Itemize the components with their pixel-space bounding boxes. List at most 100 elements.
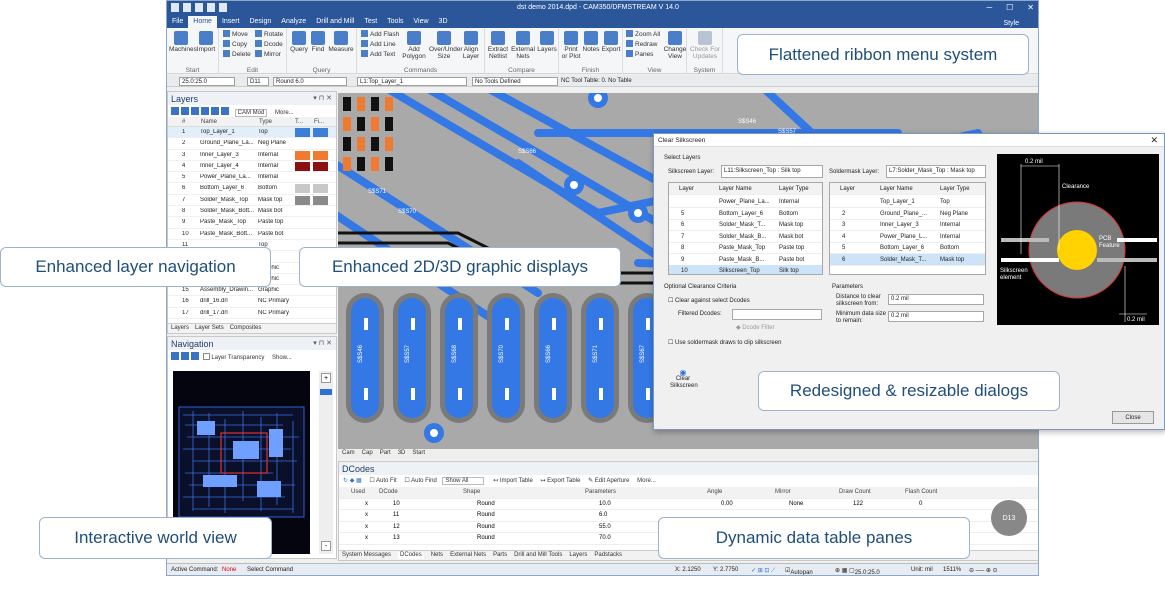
open-icon[interactable]: [195, 3, 203, 12]
silkscreen-layer-list[interactable]: Layer Layer Name Layer Type Power_Plane_La.…: [668, 182, 823, 275]
layer-row[interactable]: 9 Paste_Mask_Top Paste top: [168, 217, 336, 229]
copy-layer-icon[interactable]: [191, 107, 199, 115]
dcodes-column-header[interactable]: Angle: [707, 489, 722, 495]
bottom-tab[interactable]: External Nets: [450, 552, 486, 559]
extract-netlist-button[interactable]: Extract Netlist: [487, 31, 509, 60]
menu-design[interactable]: Design: [244, 16, 276, 28]
dialog-layer-row[interactable]: 9 Paste_Mask_B... Paste bot: [669, 254, 822, 266]
close-icon[interactable]: ✕: [1027, 3, 1034, 12]
cam-mode-select[interactable]: CAM Mod: [234, 109, 268, 117]
menu-insert[interactable]: Insert: [217, 16, 245, 28]
notes-button[interactable]: Notes: [581, 31, 601, 53]
zoom-all-button[interactable]: Zoom All: [626, 30, 660, 38]
dcodes-column-header[interactable]: Shape: [463, 489, 480, 495]
dialog-layer-row[interactable]: 4 Power_Plane_L... Internal: [830, 231, 985, 243]
layer-color-swatch[interactable]: [295, 128, 310, 137]
dialog-layer-row[interactable]: 10 Silkscreen_Top Silk top: [669, 265, 822, 274]
dialog-layer-row[interactable]: 5 Bottom_Layer_6 Bottom: [669, 208, 822, 220]
silkscreen-layer-field[interactable]: L11:Silkscreen_Top : Silk top: [721, 165, 823, 178]
dcodes-column-header[interactable]: Used: [351, 489, 365, 495]
panes-button[interactable]: Panes: [626, 50, 653, 58]
soldermask-layer-field[interactable]: L7:Solder_Mask_Top : Mask top: [886, 165, 986, 178]
bottom-tab[interactable]: DCodes: [398, 552, 424, 559]
save-icon[interactable]: [183, 3, 191, 12]
dialog-layer-row[interactable]: Power_Plane_La... Internal: [669, 196, 822, 208]
nav-tool-icon[interactable]: [181, 352, 189, 360]
dcode-select[interactable]: D11: [247, 77, 269, 86]
dcodes-column-header[interactable]: Flash Count: [905, 489, 937, 495]
minimize-icon[interactable]: ─: [986, 3, 992, 12]
nav-tool-icon[interactable]: [191, 352, 199, 360]
autopan-checkbox[interactable]: ☑ Autopan: [785, 567, 813, 575]
layer-row[interactable]: 5 Power_Plane_La... Internal: [168, 172, 336, 184]
auto-find-checkbox[interactable]: ☐ Auto Find: [404, 478, 436, 484]
layer-row[interactable]: 8 Solder_Mask_Bott... Mask bot: [168, 206, 336, 218]
tab-3d[interactable]: 3D: [398, 450, 406, 458]
move-up-icon[interactable]: [211, 107, 219, 115]
dialog-layer-row[interactable]: 6 Solder_Mask_T... Mask top: [669, 219, 822, 231]
zoom-out-icon[interactable]: -: [321, 541, 331, 551]
export-button[interactable]: Export: [601, 31, 621, 53]
zoom-slider[interactable]: ⊖ ── ⊕ ⊙: [969, 567, 998, 574]
tab-start[interactable]: Start: [412, 450, 425, 458]
show-menu[interactable]: Show...: [272, 355, 292, 361]
tab-cam[interactable]: Cam: [342, 450, 355, 458]
layer-color-swatch[interactable]: [295, 195, 310, 205]
dialog-layer-row[interactable]: 7 Solder_Mask_B... Mask bot: [669, 231, 822, 243]
move-down-icon[interactable]: [221, 107, 229, 115]
auto-fit-checkbox[interactable]: ☐ Auto Fit: [369, 478, 396, 484]
zoom-in-icon[interactable]: +: [321, 373, 331, 383]
bottom-tab[interactable]: Nets: [431, 552, 443, 559]
menu-view[interactable]: View: [409, 16, 434, 28]
maximize-icon[interactable]: ☐: [1006, 3, 1013, 12]
add-polygon-button[interactable]: Add Polygon: [401, 31, 427, 60]
layer-row[interactable]: 7 Solder_Mask_Top Mask top: [168, 195, 336, 207]
show-all-select[interactable]: Show All: [442, 477, 484, 485]
tab-layer-sets[interactable]: Layer Sets: [195, 325, 224, 332]
layer-fill-swatch[interactable]: [313, 184, 328, 194]
layer-color-swatch[interactable]: [295, 161, 310, 171]
print-plot-button[interactable]: Print or Plot: [561, 31, 581, 60]
layer-fill-swatch[interactable]: [313, 195, 328, 205]
use-soldermask-checkbox[interactable]: ☐ Use soldermask draws to clip silkscree…: [668, 339, 781, 346]
minimum-size-field[interactable]: 0.2 mil: [888, 311, 984, 322]
dialog-layer-row[interactable]: 5 Bottom_Layer_6 Bottom: [830, 242, 985, 254]
menu-file[interactable]: File: [167, 16, 188, 28]
external-nets-button[interactable]: External Nets: [510, 31, 536, 60]
layers-compare-button[interactable]: Layers: [536, 31, 558, 53]
layer-row[interactable]: 3 Inner_Layer_3 Internal: [168, 150, 336, 161]
dialog-layer-row[interactable]: Top_Layer_1 Top: [830, 196, 985, 208]
add-text-button[interactable]: Add Text: [361, 50, 395, 58]
add-flash-button[interactable]: Add Flash: [361, 30, 399, 38]
dcodes-column-header[interactable]: Draw Count: [839, 489, 871, 495]
menu-3d[interactable]: 3D: [434, 16, 453, 28]
distance-field[interactable]: 0.2 mil: [888, 294, 984, 305]
dcode-filter-button[interactable]: ◆ Dcode Filter: [736, 324, 775, 331]
tools-select[interactable]: No Tools Defined: [472, 77, 558, 86]
layer-row[interactable]: 17 drill_17.drl NC Primary: [168, 308, 336, 320]
bottom-tab[interactable]: Layers: [569, 552, 587, 559]
tab-cap[interactable]: Cap: [362, 450, 373, 458]
mirror-button[interactable]: Mirror: [255, 50, 281, 58]
layer-transparency-checkbox[interactable]: [202, 353, 210, 360]
import-table-button[interactable]: ↤ Import Table: [493, 478, 533, 484]
query-button[interactable]: Query: [289, 31, 309, 53]
menu-tools[interactable]: Tools: [382, 16, 408, 28]
close-button[interactable]: Close: [1112, 411, 1154, 424]
delete-button[interactable]: Delete: [223, 50, 251, 58]
over-under-size-button[interactable]: Over/Under Size: [429, 31, 463, 60]
panel-pin-close-icon[interactable]: ▾ ⊓ ✕: [313, 339, 332, 347]
check-updates-button[interactable]: Check For Updates: [689, 31, 721, 60]
undo-icon[interactable]: [207, 3, 215, 12]
dcodes-more-menu[interactable]: More...: [637, 478, 656, 484]
add-line-button[interactable]: Add Line: [361, 40, 396, 48]
redraw-button[interactable]: Redraw: [626, 40, 657, 48]
dcodes-column-header[interactable]: Mirror: [775, 489, 791, 495]
snap-icons[interactable]: ✓ ⊞ ⊡ ⟋: [751, 567, 775, 575]
nav-tool-icon[interactable]: [171, 352, 179, 360]
dialog-close-icon[interactable]: ✕: [1150, 135, 1158, 146]
dialog-layer-row[interactable]: 2 Ground_Plane_... Neg Plane: [830, 208, 985, 220]
soldermask-layer-list[interactable]: Layer Layer Name Layer Type Top_Layer_1 Top 2…: [829, 182, 986, 275]
layer-fill-swatch[interactable]: [313, 150, 328, 160]
refresh-icon[interactable]: ↻ ◆ ▦: [343, 478, 362, 484]
